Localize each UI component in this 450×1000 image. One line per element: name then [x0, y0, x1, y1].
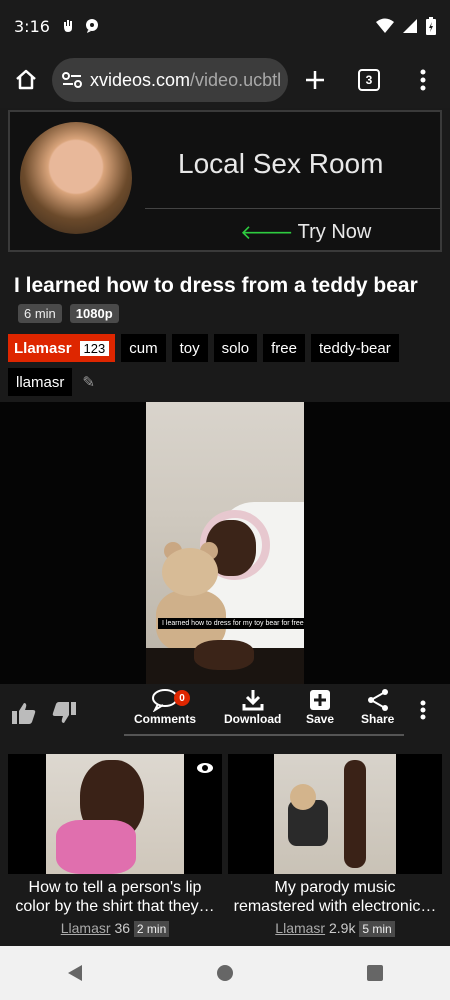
tags-row: Llamasr 123 cum toy solo free teddy-bear	[8, 334, 399, 362]
browser-toolbar: xvideos.com/video.ucbtl 3	[0, 52, 450, 108]
video-title: I learned how to dress from a teddy bear	[14, 274, 418, 297]
scene-teddy-bear	[156, 542, 226, 652]
tab-count: 3	[358, 69, 380, 91]
site-settings-icon[interactable]	[62, 72, 82, 88]
chat-notification-icon	[85, 19, 98, 33]
ad-banner[interactable]: Local Sex Room 🡐 Try Now	[8, 110, 442, 252]
related-views-2: 2.9k	[328, 920, 356, 936]
download-icon	[242, 690, 264, 711]
url-bar[interactable]: xvideos.com/video.ucbtl	[52, 58, 288, 102]
share-button[interactable]: Share	[361, 688, 394, 726]
tag-llamasr[interactable]: llamasr	[8, 368, 73, 396]
ad-divider	[145, 208, 440, 209]
browser-menu-button[interactable]	[396, 52, 450, 108]
home-button[interactable]	[0, 52, 52, 108]
video-caption: I learned how to dress for my toy bear f…	[158, 618, 304, 629]
tag-toy[interactable]: toy	[171, 334, 208, 362]
home-icon	[16, 69, 36, 90]
ad-photo	[20, 122, 132, 234]
new-tab-button[interactable]	[288, 52, 342, 108]
share-label: Share	[361, 712, 395, 726]
save-label: Save	[306, 712, 335, 726]
related-title-2[interactable]: My parody music remastered with electron…	[228, 878, 442, 916]
tag-cum[interactable]: cum	[121, 334, 166, 362]
related-meta-1: Llamasr 36 2 min	[8, 920, 222, 937]
share-icon	[367, 689, 388, 711]
related-thumbnail-image-2	[274, 754, 396, 874]
related-title-2-line1: My parody music	[274, 879, 396, 896]
more-vert-icon	[420, 69, 426, 91]
related-author-2[interactable]: Llamasr	[275, 920, 325, 936]
thumb2-person	[344, 760, 366, 868]
tag-teddy-bear[interactable]: teddy-bear	[311, 334, 399, 362]
wifi-icon	[376, 18, 394, 33]
thumb1-shirt	[56, 820, 136, 874]
related-duration-2: 5 min	[359, 921, 395, 937]
eye-icon	[197, 763, 213, 773]
related-title-2-line2: remastered with electronic…	[233, 898, 437, 915]
ad-cta-label: Try Now	[297, 221, 372, 243]
actions-divider	[124, 734, 404, 736]
video-frame: I learned how to dress for my toy bear f…	[146, 402, 304, 684]
battery-icon	[426, 17, 436, 35]
related-thumbnail-2[interactable]	[228, 754, 442, 874]
tags-row-2: llamasr ✎	[8, 368, 95, 396]
duration-badge: 6 min	[18, 304, 62, 323]
scene-hand	[194, 640, 254, 670]
url-host: xvideos.com	[90, 69, 191, 90]
web-page: Local Sex Room 🡐 Try Now I learned how t…	[0, 108, 450, 946]
status-bar: 3:16	[0, 0, 450, 52]
ad-cta-button[interactable]: 🡐 Try Now	[240, 220, 371, 245]
plus-icon	[306, 71, 324, 89]
notification-icons	[60, 18, 100, 34]
related-author-1[interactable]: Llamasr	[61, 920, 111, 936]
video-actions: Comments 0 Download Save Share	[0, 684, 450, 748]
arrow-left-icon: 🡐	[240, 222, 294, 244]
download-label: Download	[224, 712, 282, 726]
more-options-icon[interactable]	[420, 700, 426, 720]
thumbs-up-icon[interactable]	[12, 702, 36, 724]
tag-free[interactable]: free	[263, 334, 305, 362]
tab-switcher-button[interactable]: 3	[342, 52, 396, 108]
add-box-icon	[310, 690, 331, 710]
back-icon[interactable]	[66, 964, 84, 982]
signal-icon	[403, 19, 417, 33]
tag-solo[interactable]: solo	[213, 334, 258, 362]
related-thumbnail-image-1	[46, 754, 184, 874]
related-duration-1: 2 min	[133, 921, 170, 937]
uploader-count: 123	[79, 340, 110, 356]
related-views-1: 36	[114, 920, 131, 936]
related-meta-2: Llamasr 2.9k 5 min	[228, 920, 442, 937]
download-button[interactable]: Download	[224, 688, 281, 726]
video-meta: 6 min 1080p	[18, 304, 119, 323]
related-video-1[interactable]: How to tell a person's lip color by the …	[8, 754, 222, 946]
comments-count-badge: 0	[174, 690, 190, 706]
home-circle-icon[interactable]	[216, 964, 234, 982]
related-thumbnail-1[interactable]	[8, 754, 222, 874]
system-nav-bar	[0, 946, 450, 1000]
status-time: 3:16	[14, 16, 50, 36]
recents-icon[interactable]	[366, 964, 384, 982]
system-icons	[376, 17, 436, 35]
related-title-1[interactable]: How to tell a person's lip color by the …	[8, 878, 222, 916]
url-path: /video.ucbtl	[190, 69, 282, 90]
comments-label: Comments	[134, 712, 197, 726]
related-title-1-line1: How to tell a person's lip	[28, 879, 202, 896]
related-video-2[interactable]: My parody music remastered with electron…	[228, 754, 442, 946]
thumbs-down-icon[interactable]	[52, 702, 76, 724]
video-player[interactable]: I learned how to dress for my toy bear f…	[0, 402, 450, 684]
ad-title: Local Sex Room	[178, 148, 384, 179]
hand-notification-icon	[63, 20, 72, 32]
related-title-1-line2: color by the shirt that they…	[15, 898, 215, 915]
bear-head	[162, 548, 218, 596]
thumb2-bear	[290, 784, 316, 810]
uploader-tag[interactable]: Llamasr 123	[8, 334, 116, 362]
save-button[interactable]: Save	[306, 688, 334, 726]
uploader-name: Llamasr	[14, 339, 72, 357]
quality-badge: 1080p	[69, 304, 119, 323]
pencil-icon[interactable]: ✎	[82, 373, 95, 391]
